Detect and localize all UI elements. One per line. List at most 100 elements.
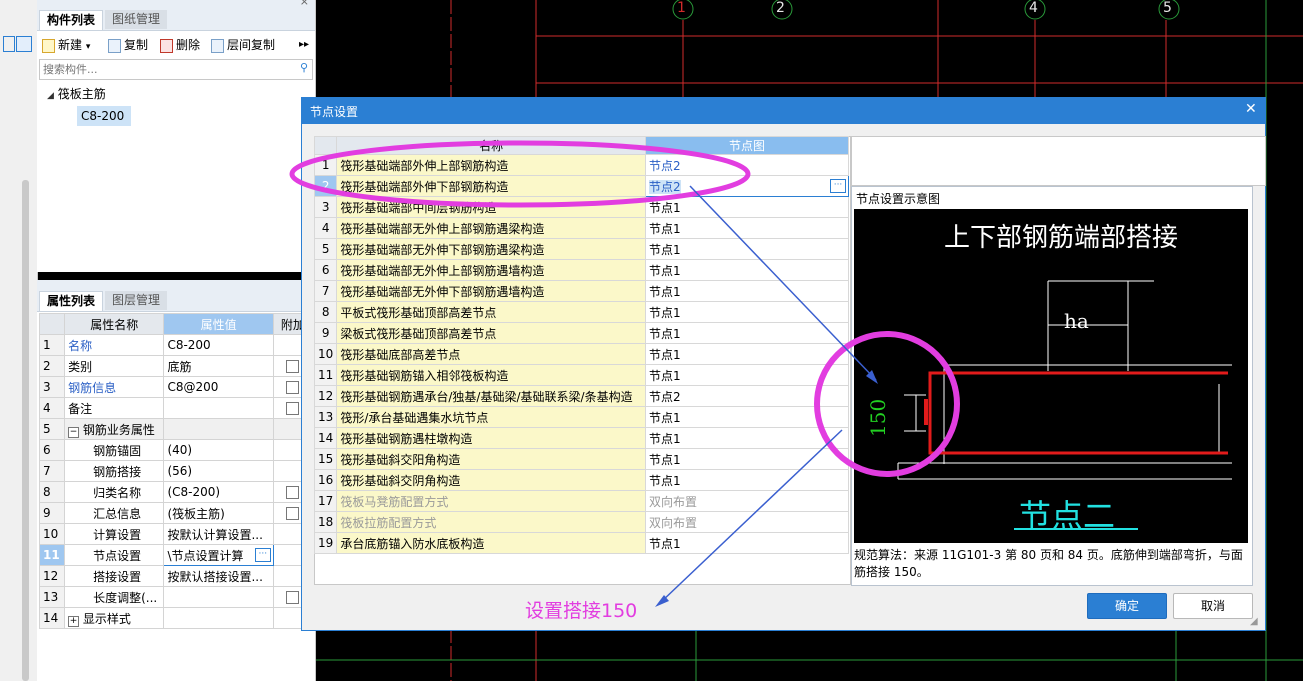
tab-component-list[interactable]: 构件列表 (39, 10, 104, 30)
node-value-text[interactable]: 节点2 (648, 179, 681, 194)
table-row[interactable]: 19 承台底筋锚入防水底板构造 节点1 (313, 532, 850, 554)
checkbox[interactable] (286, 591, 300, 604)
node-name: 筏形基础钢筋遇柱墩构造 (336, 427, 646, 449)
tree-expand-icon[interactable]: ◢ (47, 91, 54, 101)
table-row[interactable]: 3 钢筋信息 C8@200 (38, 376, 314, 398)
node-value[interactable]: 节点1 (644, 448, 850, 470)
vertical-scrollbar[interactable] (22, 180, 29, 681)
chevron-down-icon[interactable]: ▾ (86, 42, 91, 52)
close-icon[interactable]: ✕ (1245, 101, 1257, 117)
table-row[interactable]: 18 筏板拉筋配置方式 双向布置 (313, 511, 850, 533)
node-value[interactable]: 节点1 (644, 301, 850, 323)
node-value[interactable]: 双向布置 (644, 511, 850, 533)
table-row[interactable]: 9 汇总信息 (筏板主筋) (38, 502, 314, 524)
table-row[interactable]: 4 备注 (38, 397, 314, 419)
collapse-icon[interactable]: − (68, 426, 80, 438)
copy-button[interactable]: 复制 (107, 37, 148, 53)
table-row[interactable]: 11 筏形基础钢筋锚入相邻筏板构造 节点1 (313, 364, 850, 386)
search-icon[interactable]: ⚲ (300, 61, 308, 74)
node-name: 筏形基础端部外伸下部钢筋构造 (336, 175, 646, 197)
table-row[interactable]: 12 筏形基础钢筋遇承台/独基/基础梁/基础联系梁/条基构造 节点2 (313, 385, 850, 407)
more-icon[interactable]: ▸▸ (299, 37, 309, 53)
node-value[interactable]: 节点1 (644, 427, 850, 449)
checkbox[interactable] (286, 507, 300, 520)
node-name: 筏板拉筋配置方式 (336, 511, 646, 533)
node-value[interactable]: 节点1 (644, 532, 850, 554)
node-value[interactable]: 节点1 (644, 280, 850, 302)
node-value[interactable]: 节点1 (644, 469, 850, 491)
table-row[interactable]: 4 筏形基础端部无外伸上部钢筋遇梁构造 节点1 (313, 217, 850, 239)
table-row[interactable]: 1 名称 C8-200 (38, 334, 314, 356)
node-setting-value[interactable]: \节点设置计算 (167, 549, 243, 563)
table-row[interactable]: 2 筏形基础端部外伸下部钢筋构造 节点2 ··· (313, 175, 850, 197)
row-number: 4 (313, 217, 338, 239)
table-row[interactable]: 9 梁板式筏形基础顶部高差节点 节点1 (313, 322, 850, 344)
table-row[interactable]: 16 筏形基础斜交阴角构造 节点1 (313, 469, 850, 491)
table-row[interactable]: 14 筏形基础钢筋遇柱墩构造 节点1 (313, 427, 850, 449)
list-icon[interactable] (16, 36, 32, 52)
tab-layer-manage[interactable]: 图层管理 (105, 291, 168, 310)
search-box[interactable]: ⚲ (39, 59, 313, 80)
attribute-tabbar: 属性列表 图层管理 (37, 289, 315, 312)
table-row[interactable]: 6 钢筋锚固 (40) (38, 439, 314, 461)
floor-copy-button[interactable]: 层间复制 (210, 37, 275, 53)
new-button[interactable]: 新建 ▾ (41, 37, 90, 53)
checkbox[interactable] (286, 360, 300, 373)
table-row[interactable]: 13 筏形/承台基础遇集水坑节点 节点1 (313, 406, 850, 428)
node-value[interactable]: 节点1 (644, 343, 850, 365)
new-icon (42, 39, 55, 53)
table-row[interactable]: 5− 钢筋业务属性 (38, 418, 314, 440)
node-value[interactable]: 节点1 (644, 322, 850, 344)
table-row[interactable]: 1 筏形基础端部外伸上部钢筋构造 节点2 (313, 154, 850, 176)
table-row[interactable]: 6 筏形基础端部无外伸上部钢筋遇墙构造 节点1 (313, 259, 850, 281)
table-row[interactable]: 3 筏形基础端部中间层钢筋构造 节点1 (313, 196, 850, 218)
node-name: 筏形基础端部无外伸上部钢筋遇梁构造 (336, 217, 646, 239)
table-row[interactable]: 7 筏形基础端部无外伸下部钢筋遇墙构造 节点1 (313, 280, 850, 302)
resize-grip-icon[interactable]: ◢ (1250, 616, 1258, 627)
table-row[interactable]: 13 长度调整(... (38, 586, 314, 608)
ellipsis-button[interactable]: ··· (830, 179, 846, 193)
table-row[interactable]: 15 筏形基础斜交阳角构造 节点1 (313, 448, 850, 470)
table-row[interactable]: 7 钢筋搭接 (56) (38, 460, 314, 482)
search-input[interactable] (40, 60, 285, 79)
table-row[interactable]: 8 归类名称 (C8-200) (38, 481, 314, 503)
table-row[interactable]: 12 搭接设置 按默认搭接设置... (38, 565, 314, 587)
node-value[interactable]: 节点1 (644, 238, 850, 260)
preview-title: 节点设置示意图 (856, 192, 941, 206)
checkbox[interactable] (286, 402, 300, 415)
ellipsis-button[interactable]: ··· (254, 548, 271, 562)
table-row[interactable]: 10 筏形基础底部高差节点 节点1 (313, 343, 850, 365)
table-row[interactable]: 2 类别 底筋 (38, 355, 314, 377)
component-tabbar: 构件列表 图纸管理 (37, 8, 315, 31)
grid-icon[interactable] (3, 36, 15, 52)
table-row[interactable]: 5 筏形基础端部无外伸下部钢筋遇梁构造 节点1 (313, 238, 850, 260)
delete-button[interactable]: 删除 (159, 37, 200, 53)
attribute-panel: × 属性列表 图层管理 属性名称 属性值 附加 1名称C8-200 2类别底筋 … (37, 276, 316, 681)
cancel-button[interactable]: 取消 (1173, 593, 1253, 619)
expand-icon[interactable]: + (68, 615, 80, 627)
node-value[interactable]: 节点2 ··· (644, 175, 850, 197)
close-icon[interactable]: × (300, 0, 309, 8)
node-value[interactable]: 节点1 (644, 259, 850, 281)
table-row[interactable]: 8 平板式筏形基础顶部高差节点 节点1 (313, 301, 850, 323)
table-row-selected[interactable]: 11 节点设置 \节点设置计算 ··· (38, 544, 314, 566)
node-value[interactable]: 节点1 (644, 196, 850, 218)
checkbox[interactable] (286, 486, 300, 499)
tab-drawing-manage[interactable]: 图纸管理 (105, 10, 168, 29)
table-row[interactable]: 17 筏板马凳筋配置方式 双向布置 (313, 490, 850, 512)
ok-button[interactable]: 确定 (1087, 593, 1167, 619)
node-name: 筏形/承台基础遇集水坑节点 (336, 406, 646, 428)
node-value[interactable]: 节点2 (644, 154, 850, 176)
table-row[interactable]: 14 + 显示样式 (38, 607, 314, 629)
node-value[interactable]: 节点1 (644, 217, 850, 239)
row-number: 16 (313, 469, 338, 491)
checkbox[interactable] (286, 381, 300, 394)
node-value[interactable]: 节点1 (644, 364, 850, 386)
node-value[interactable]: 双向布置 (644, 490, 850, 512)
table-row[interactable]: 10 计算设置 按默认计算设置... (38, 523, 314, 545)
node-value[interactable]: 节点1 (644, 406, 850, 428)
tree-item-c8-200[interactable]: C8-200 (77, 106, 131, 126)
tree-root[interactable]: ◢ 筏板主筋 (47, 85, 106, 102)
tab-property-list[interactable]: 属性列表 (39, 291, 104, 311)
node-value[interactable]: 节点2 (644, 385, 850, 407)
